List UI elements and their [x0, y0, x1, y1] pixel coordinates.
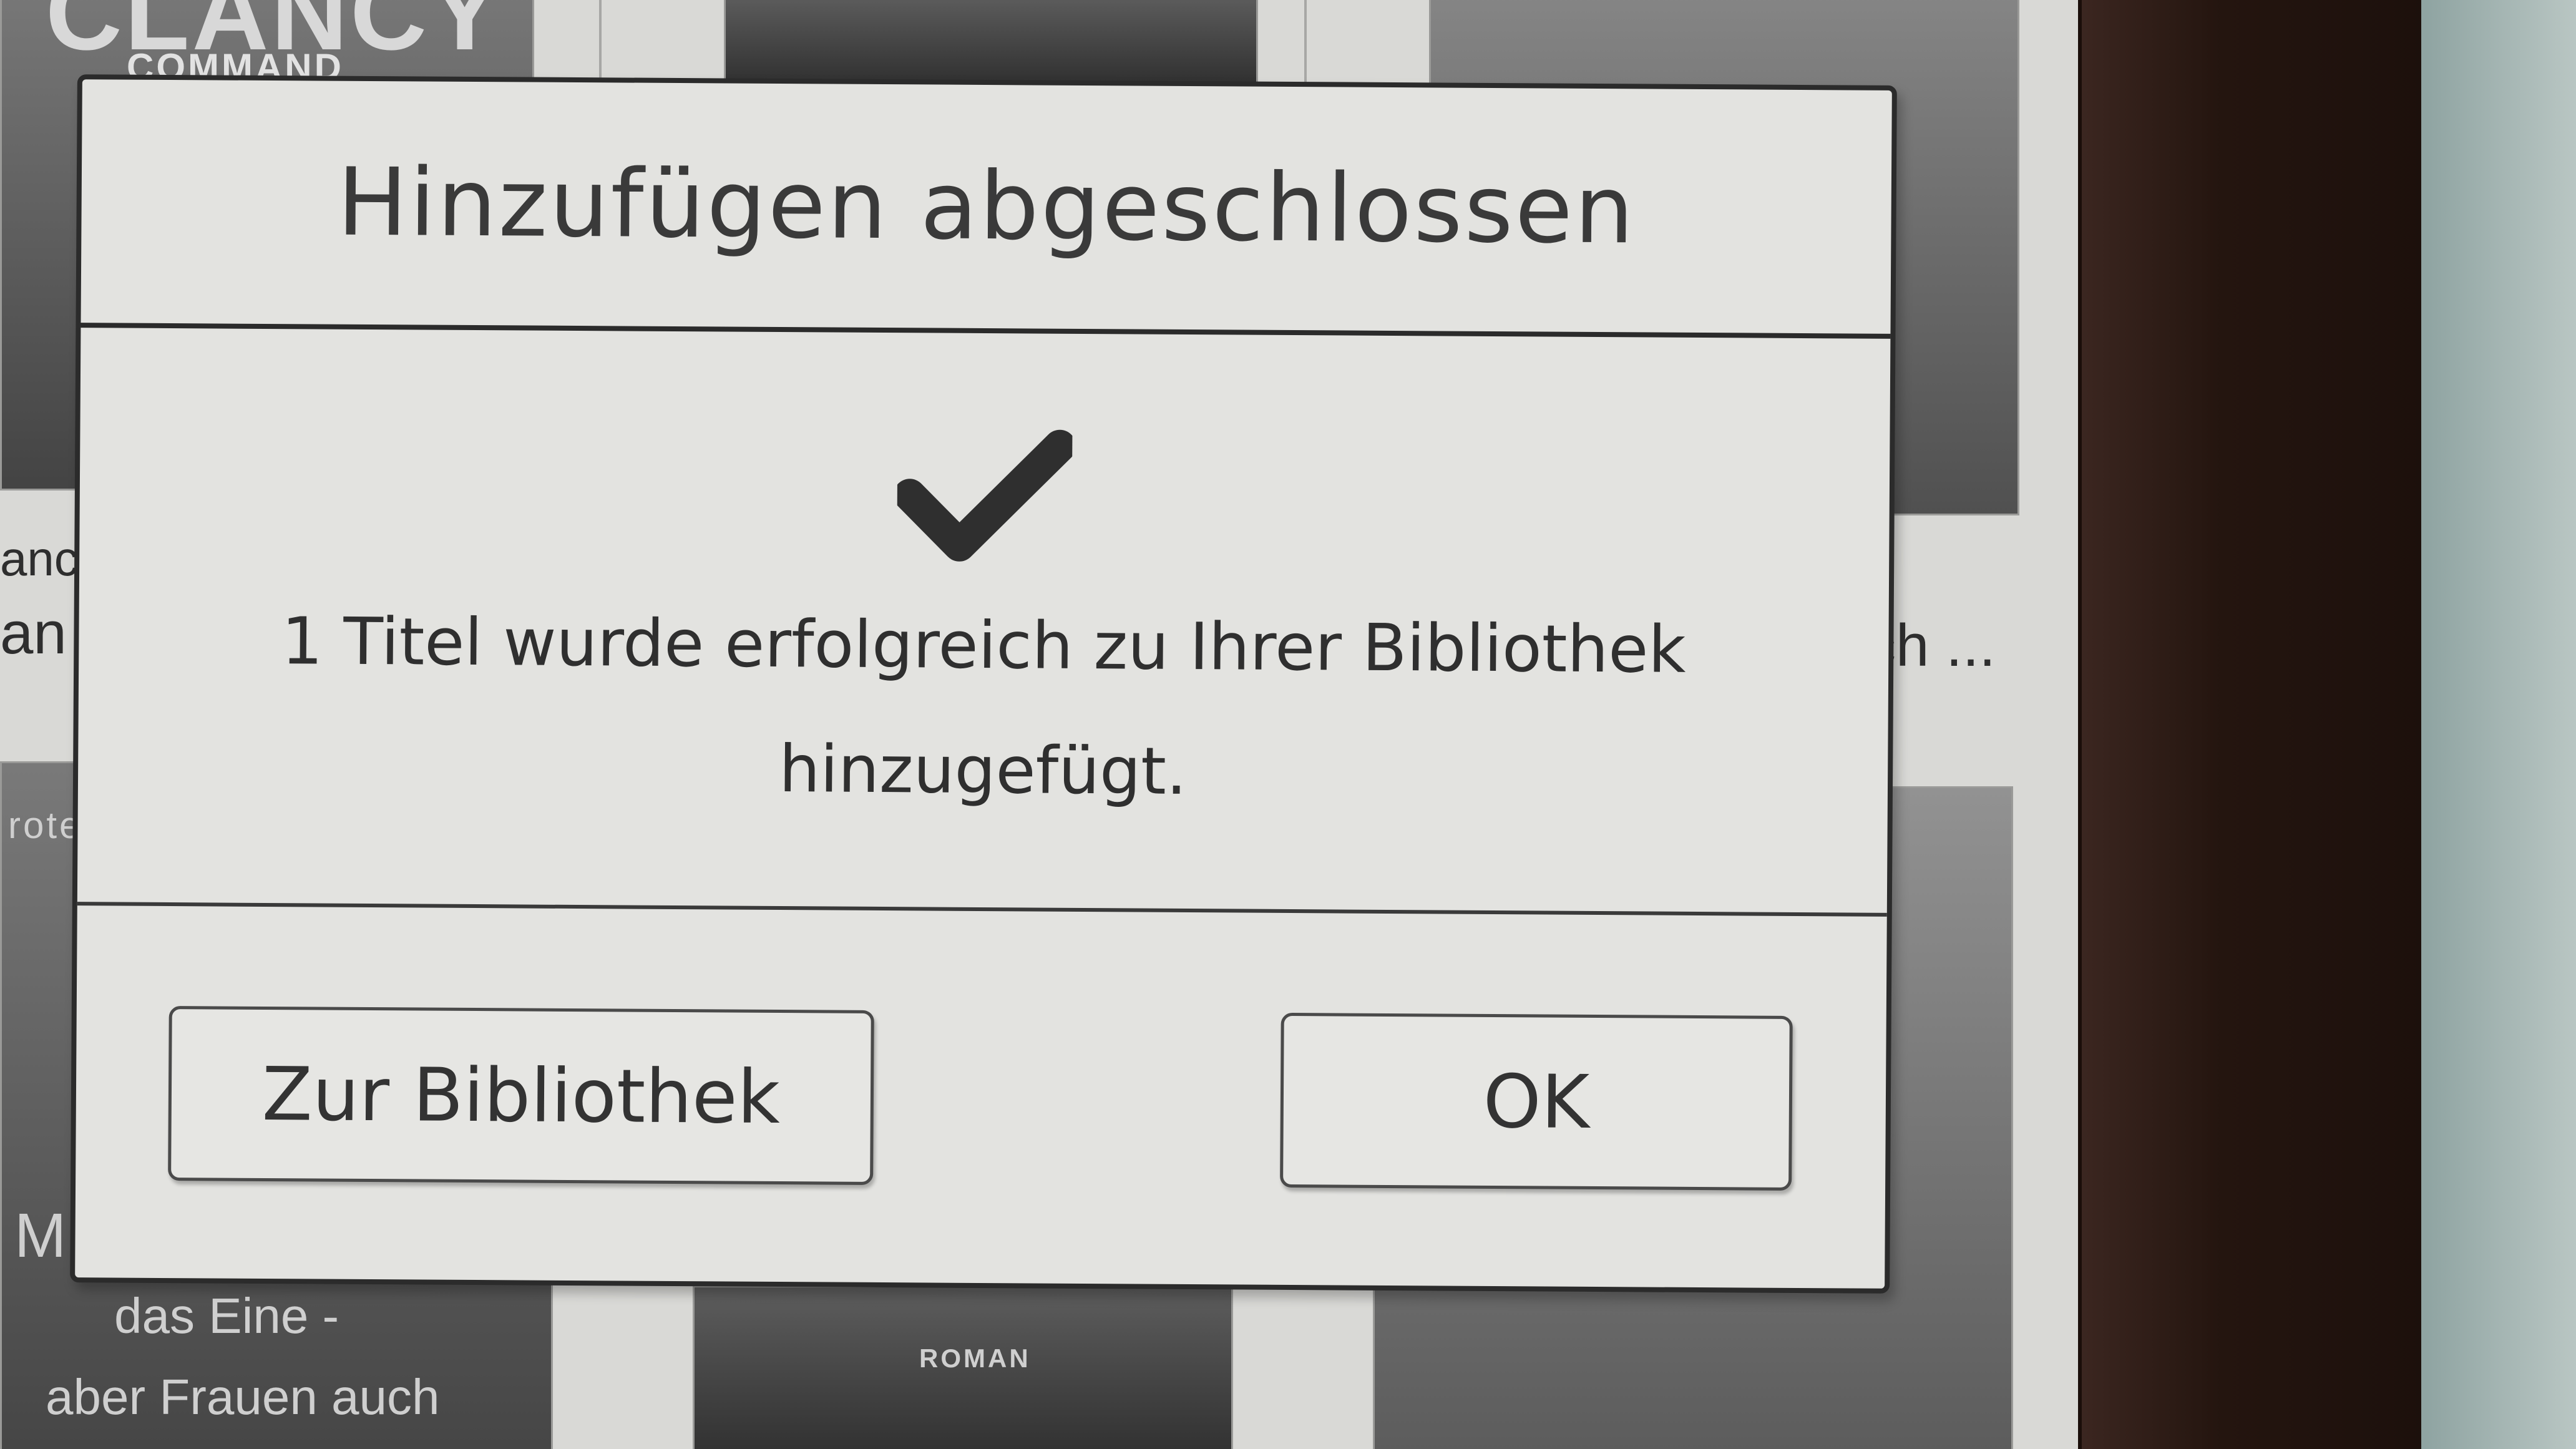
checkmark-icon [897, 429, 1073, 562]
cover-tagline: aber Frauen auch [46, 1369, 440, 1425]
photo-stage: CLANCY COMMAND ancy an ch ... rote M das… [0, 0, 2576, 1449]
dialog-header: Hinzufügen abgeschlossen [80, 79, 1892, 339]
dialog-footer: Zur Bibliothek OK [75, 905, 1887, 1289]
cover-tagline: das Eine - [114, 1288, 339, 1344]
device-bezel [2078, 0, 2431, 1449]
book-cover[interactable] [724, 0, 1258, 91]
go-to-library-button[interactable]: Zur Bibliothek [168, 1006, 874, 1185]
dialog-body: 1 Titel wurde erfolgreich zu Ihrer Bibli… [77, 328, 1891, 917]
cover-shade [726, 0, 1256, 89]
cover-subtitle: ROMAN [919, 1344, 1031, 1373]
ok-button[interactable]: OK [1280, 1012, 1793, 1191]
dialog-title: Hinzufügen abgeschlossen [336, 148, 1636, 265]
cover-letter: M [14, 1201, 69, 1271]
background-surface [2421, 0, 2576, 1449]
confirmation-dialog: Hinzufügen abgeschlossen 1 Titel wurde e… [70, 74, 1897, 1294]
book-cover[interactable]: ROMAN [693, 1286, 1233, 1449]
cover-badge: rote [8, 804, 83, 846]
book-title-label: an [0, 600, 67, 666]
dialog-message: 1 Titel wurde erfolgreich zu Ihrer Bibli… [281, 603, 1686, 809]
